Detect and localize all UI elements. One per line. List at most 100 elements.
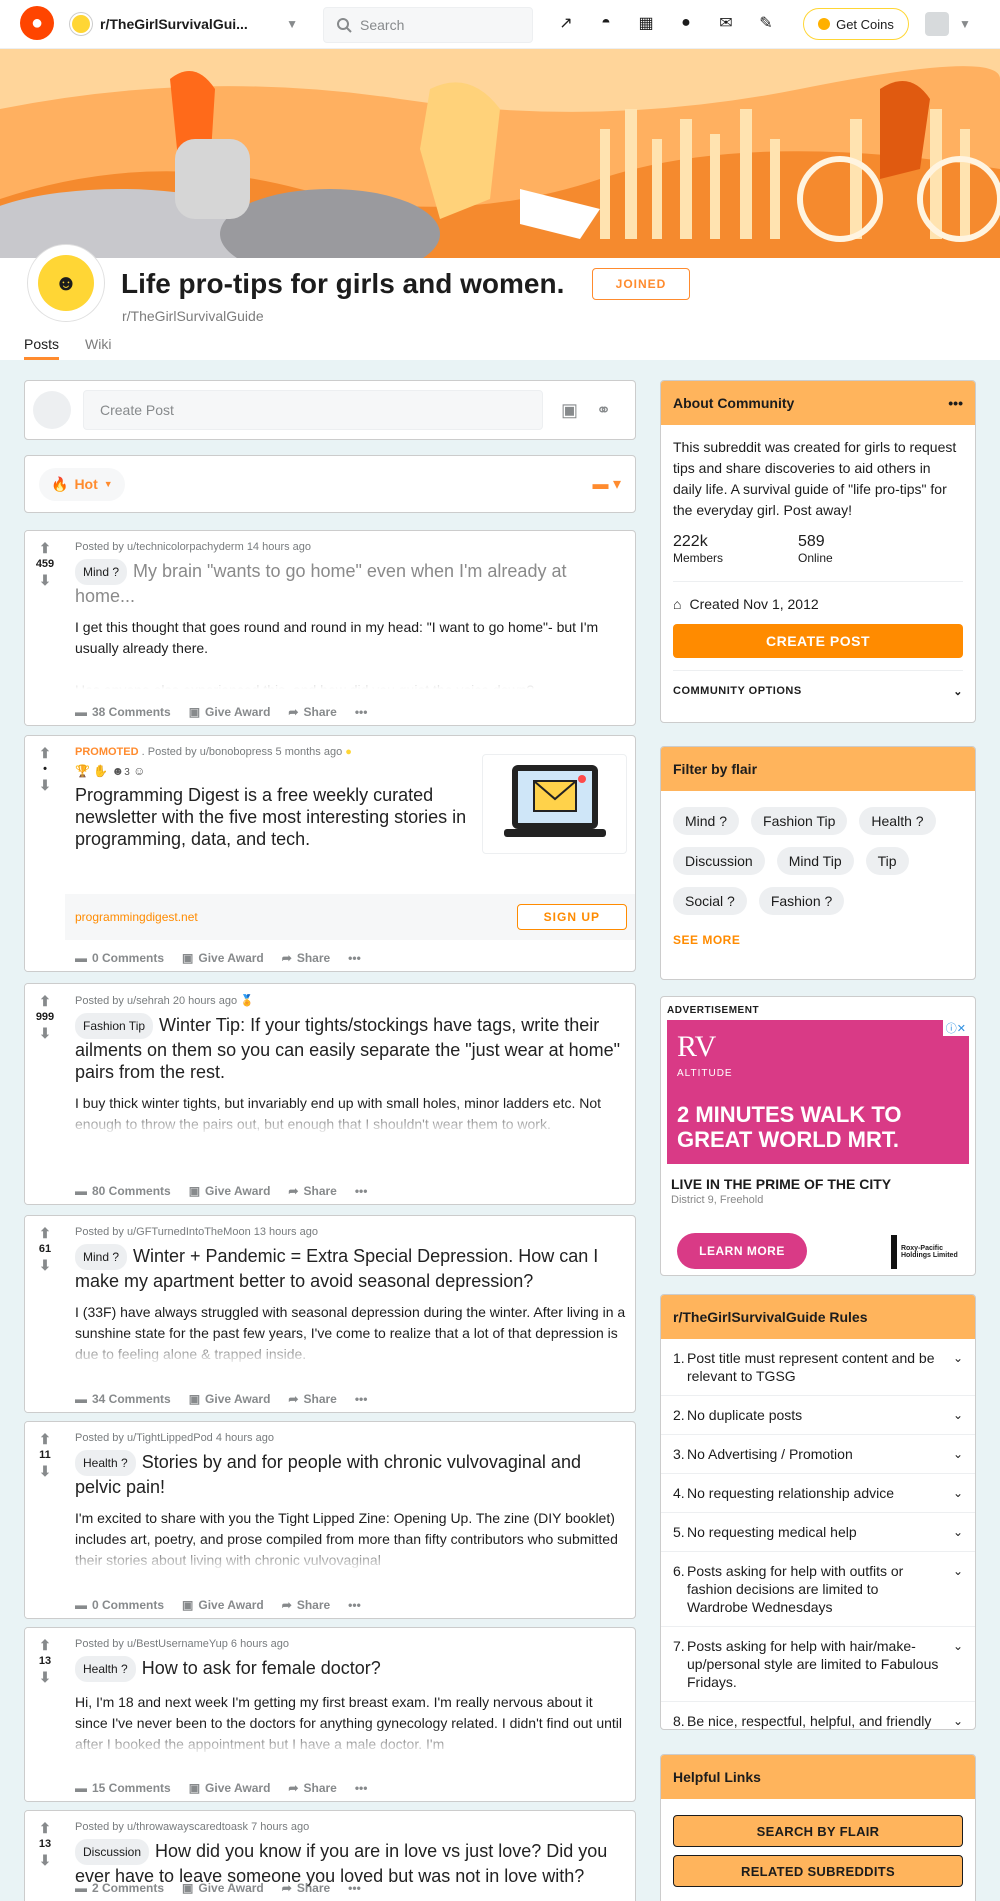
comments-button[interactable]: ▬ 0 Comments	[75, 951, 164, 965]
rule-item[interactable]: 2. No duplicate posts ⌄	[661, 1396, 975, 1435]
flair-chip[interactable]: Mind Tip	[776, 847, 854, 875]
flair-chip[interactable]: Social ?	[673, 887, 747, 915]
chat-icon[interactable]: ●	[675, 12, 697, 34]
more-options-icon[interactable]: •••	[355, 1781, 368, 1795]
qr-icon[interactable]: ▦	[635, 12, 657, 34]
comments-button[interactable]: ▬ 0 Comments	[75, 1598, 164, 1612]
promoted-post-card[interactable]: ⬆ • ⬇ PROMOTED . Posted by u/bonobopress…	[24, 735, 636, 972]
share-button[interactable]: ➦ Share	[288, 1184, 336, 1198]
rule-item[interactable]: 5. No requesting medical help ⌄	[661, 1513, 975, 1552]
post-flair[interactable]: Discussion	[75, 1839, 150, 1865]
give-award-button[interactable]: ▣ Give Award	[182, 1881, 264, 1895]
flair-chip[interactable]: Mind ?	[673, 807, 740, 835]
view-mode-button[interactable]: ▬ ▾	[593, 474, 621, 494]
more-options-icon[interactable]: •••	[348, 1598, 361, 1612]
share-button[interactable]: ➦ Share	[288, 1781, 336, 1795]
more-options-icon[interactable]: •••	[355, 705, 368, 719]
related-subreddits-button[interactable]: RELATED SUBREDDITS	[673, 1855, 963, 1887]
give-award-button[interactable]: ▣ Give Award	[182, 951, 264, 965]
sign-up-button[interactable]: SIGN UP	[516, 904, 627, 930]
create-post-button[interactable]: CREATE POST	[673, 624, 963, 658]
post-title[interactable]: Mind ? My brain "wants to go home" even w…	[75, 559, 627, 607]
rule-item[interactable]: 8. Be nice, respectful, helpful, and frie…	[661, 1702, 975, 1729]
give-award-button[interactable]: ▣ Give Award	[189, 705, 271, 719]
pencil-icon[interactable]: ✎	[755, 12, 777, 34]
post-card[interactable]: ⬆ 61 ⬇ Posted by u/GFTurnedIntoTheMoon 1…	[24, 1215, 636, 1413]
tab-posts[interactable]: Posts	[24, 336, 60, 360]
upvote-icon[interactable]: ⬆	[39, 994, 51, 1008]
share-button[interactable]: ➦ Share	[282, 951, 330, 965]
share-button[interactable]: ➦ Share	[282, 1598, 330, 1612]
post-title[interactable]: Discussion How did you know if you are in…	[75, 1839, 627, 1887]
give-award-button[interactable]: ▣ Give Award	[189, 1781, 271, 1795]
rule-item[interactable]: 7. Posts asking for help with hair/make-u…	[661, 1627, 975, 1702]
post-flair[interactable]: Fashion Tip	[75, 1013, 154, 1039]
learn-more-button[interactable]: LEARN MORE	[677, 1233, 807, 1269]
trending-icon[interactable]: ↗	[555, 12, 577, 34]
flair-chip[interactable]: Discussion	[673, 847, 765, 875]
share-button[interactable]: ➦ Share	[288, 705, 336, 719]
post-title[interactable]: Health ? Stories by and for people with c…	[75, 1450, 627, 1498]
post-card[interactable]: ⬆ 11 ⬇ Posted by u/TightLippedPod 4 hour…	[24, 1421, 636, 1619]
post-title[interactable]: Fashion Tip Winter Tip: If your tights/st…	[75, 1013, 627, 1083]
upvote-icon[interactable]: ⬆	[39, 1821, 51, 1835]
comments-button[interactable]: ▬ 2 Comments	[75, 1881, 164, 1895]
community-selector[interactable]: r/TheGirlSurvivalGui... ▼	[70, 8, 298, 40]
comments-button[interactable]: ▬ 34 Comments	[75, 1392, 171, 1406]
rule-item[interactable]: 6. Posts asking for help with outfits or …	[661, 1552, 975, 1627]
give-award-button[interactable]: ▣ Give Award	[189, 1184, 271, 1198]
share-button[interactable]: ➦ Share	[282, 1881, 330, 1895]
newsletter-thumbnail[interactable]	[482, 754, 627, 854]
community-options-toggle[interactable]: COMMUNITY OPTIONS ⌄	[673, 670, 963, 712]
more-options-icon[interactable]: •••	[355, 1392, 368, 1406]
more-options-icon[interactable]: •••	[348, 1881, 361, 1895]
flair-chip[interactable]: Health ?	[859, 807, 936, 835]
downvote-icon[interactable]: ⬇	[39, 573, 51, 587]
comments-button[interactable]: ▬ 38 Comments	[75, 705, 171, 719]
joined-button[interactable]: JOINED	[592, 268, 690, 300]
post-flair[interactable]: Mind ?	[75, 1244, 128, 1270]
get-coins-button[interactable]: Get Coins	[803, 8, 909, 40]
mail-icon[interactable]: ✉	[715, 12, 737, 34]
downvote-icon[interactable]: ⬇	[39, 1258, 51, 1272]
ad-image[interactable]: RV ALTITUDE 2 MINUTES WALK TO GREAT WORL…	[667, 1020, 969, 1164]
user-menu[interactable]: ▼	[925, 12, 971, 36]
upvote-icon[interactable]: ⬆	[39, 1226, 51, 1240]
upvote-icon[interactable]: ⬆	[39, 1638, 51, 1652]
reddit-logo-icon[interactable]: ●	[20, 6, 54, 40]
downvote-icon[interactable]: ⬇	[39, 1853, 51, 1867]
downvote-icon[interactable]: ⬇	[39, 1670, 51, 1684]
search-by-flair-button[interactable]: SEARCH BY FLAIR	[673, 1815, 963, 1847]
sort-hot-button[interactable]: 🔥 Hot ▼	[39, 467, 125, 501]
comments-button[interactable]: ▬ 80 Comments	[75, 1184, 171, 1198]
post-card[interactable]: ⬆ 459 ⬇ Posted by u/technicolorpachyderm…	[24, 530, 636, 726]
ad-close-icon[interactable]: ⓘ✕	[942, 1020, 969, 1036]
downvote-icon[interactable]: ⬇	[39, 1464, 51, 1478]
flair-chip[interactable]: Fashion Tip	[751, 807, 848, 835]
search-input[interactable]: Search	[323, 7, 533, 43]
flair-chip[interactable]: Tip	[865, 847, 909, 875]
give-award-button[interactable]: ▣ Give Award	[182, 1598, 264, 1612]
see-more-button[interactable]: SEE MORE	[661, 915, 975, 965]
post-title[interactable]: Health ? How to ask for female doctor?	[75, 1656, 627, 1682]
comments-button[interactable]: ▬ 15 Comments	[75, 1781, 171, 1795]
post-card[interactable]: ⬆ 999 ⬇ Posted by u/sehrah 20 hours ago …	[24, 983, 636, 1205]
flair-chip[interactable]: Fashion ?	[758, 887, 845, 915]
post-card[interactable]: ⬆ 13 ⬇ Posted by u/throwawayscaredtoask …	[24, 1810, 636, 1901]
promoted-link[interactable]: programmingdigest.net	[75, 910, 198, 924]
post-flair[interactable]: Health ?	[75, 1656, 136, 1682]
rule-item[interactable]: 1. Post title must represent content and …	[661, 1339, 975, 1396]
downvote-icon[interactable]: ⬇	[39, 1026, 51, 1040]
post-title[interactable]: Programming Digest is a free weekly cura…	[75, 784, 485, 850]
link-icon[interactable]: ⚭	[596, 400, 611, 421]
tab-wiki[interactable]: Wiki	[85, 336, 111, 360]
share-button[interactable]: ➦ Share	[288, 1392, 336, 1406]
upvote-icon[interactable]: ⬆	[39, 746, 51, 760]
more-options-icon[interactable]: •••	[355, 1184, 368, 1198]
post-title[interactable]: Mind ? Winter + Pandemic = Extra Special …	[75, 1244, 627, 1292]
rpan-icon[interactable]: ◓	[595, 12, 617, 34]
post-card[interactable]: ⬆ 13 ⬇ Posted by u/BestUsernameYup 6 hou…	[24, 1627, 636, 1802]
downvote-icon[interactable]: ⬇	[39, 778, 51, 792]
post-flair[interactable]: Mind ?	[75, 559, 128, 585]
image-icon[interactable]: ▣	[561, 400, 578, 421]
